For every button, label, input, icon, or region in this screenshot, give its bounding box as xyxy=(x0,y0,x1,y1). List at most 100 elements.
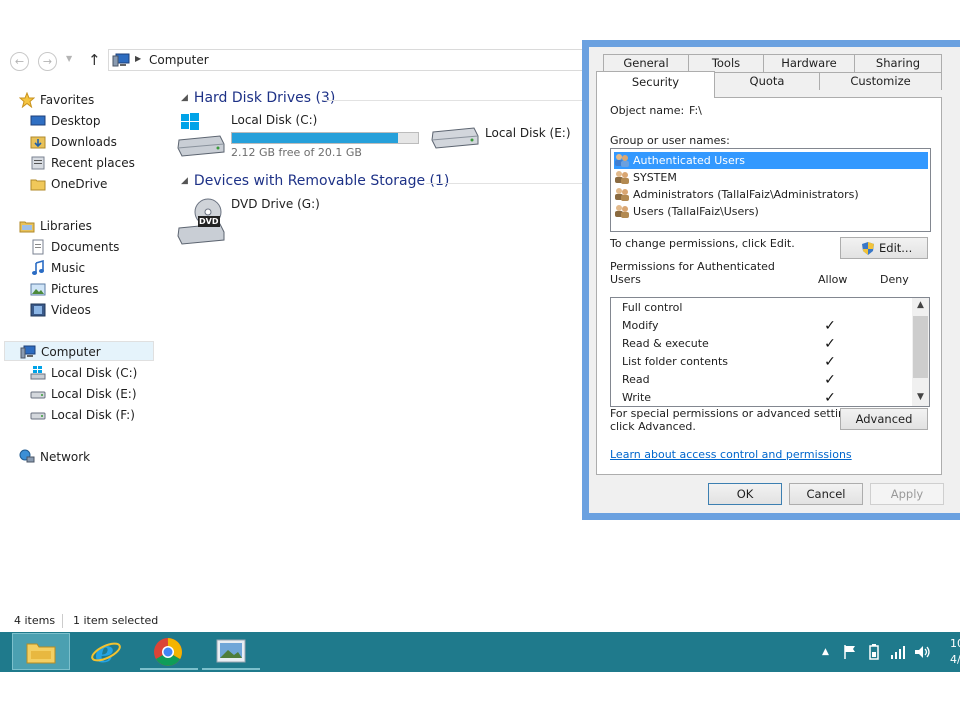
permissions-for-label: Permissions for Authenticated xyxy=(610,260,775,273)
nav-downloads[interactable]: Downloads xyxy=(30,132,117,152)
apply-button[interactable]: Apply xyxy=(870,483,944,505)
taskbar-internet-explorer[interactable]: e xyxy=(78,633,136,670)
permissions-for-label-user: Users xyxy=(610,273,641,286)
nav-recent-label: Recent places xyxy=(51,156,135,170)
permission-allow-check: ✓ xyxy=(824,336,836,352)
permissions-scrollbar[interactable]: ▲ ▼ xyxy=(912,298,929,406)
permission-name: Modify xyxy=(622,319,659,332)
collapse-chevron-icon: ◢ xyxy=(181,176,188,186)
nav-local-disk-e[interactable]: Local Disk (E:) xyxy=(30,384,137,404)
taskbar-chrome[interactable] xyxy=(140,633,198,670)
drive-tile-c[interactable]: Local Disk (C:) 2.12 GB free of 20.1 GB xyxy=(176,112,426,159)
tab-general[interactable]: General xyxy=(603,54,689,72)
user-row-system[interactable]: SYSTEM xyxy=(614,169,928,186)
group-divider xyxy=(426,183,582,184)
nav-videos[interactable]: Videos xyxy=(30,300,91,320)
dialog-body: General Tools Hardware Sharing Security … xyxy=(589,47,960,513)
allow-column-header: Allow xyxy=(818,273,848,286)
group-removable-storage[interactable]: ◢ Devices with Removable Storage (1) xyxy=(181,173,449,189)
nav-desktop[interactable]: Desktop xyxy=(30,111,101,131)
nav-network[interactable]: Network xyxy=(19,447,90,467)
tab-sharing[interactable]: Sharing xyxy=(854,54,942,72)
nav-documents-label: Documents xyxy=(51,240,120,254)
cancel-button[interactable]: Cancel xyxy=(789,483,863,505)
taskbar-photo-viewer[interactable] xyxy=(202,633,260,670)
permission-allow-check: ✓ xyxy=(824,372,836,388)
special-permissions-text-2: click Advanced. xyxy=(610,420,696,433)
nav-disk-c-label: Local Disk (C:) xyxy=(51,366,138,380)
nav-local-disk-c[interactable]: Local Disk (C:) xyxy=(30,363,137,383)
tab-hardware[interactable]: Hardware xyxy=(763,54,855,72)
windows-drive-icon xyxy=(177,113,225,157)
status-divider xyxy=(62,614,63,628)
object-name-label: Object name: xyxy=(610,104,685,117)
status-bar: 4 items 1 item selected xyxy=(0,612,600,632)
breadcrumb-computer[interactable]: Computer xyxy=(149,53,209,67)
collapse-chevron-icon: ◢ xyxy=(181,93,188,103)
recent-locations-chevron-icon[interactable]: ▼ xyxy=(66,54,72,63)
drive-tile-g[interactable]: DVD DVD Drive (G:) xyxy=(176,196,376,246)
up-arrow-icon[interactable]: ↑ xyxy=(88,51,101,69)
action-center-flag-icon[interactable] xyxy=(842,644,858,660)
nav-music-label: Music xyxy=(51,261,86,275)
address-bar[interactable]: ▶ Computer xyxy=(108,49,588,71)
permission-allow-check: ✓ xyxy=(824,390,836,406)
advanced-button[interactable]: Advanced xyxy=(840,408,928,430)
documents-icon xyxy=(30,239,46,255)
nav-computer[interactable]: Computer xyxy=(4,341,154,361)
forward-button[interactable]: → xyxy=(38,52,57,71)
nav-favorites[interactable]: Favorites xyxy=(18,90,94,110)
permission-row: List folder contents xyxy=(622,353,842,371)
nav-libraries[interactable]: Libraries xyxy=(19,216,92,236)
deny-column-header: Deny xyxy=(880,273,909,286)
special-permissions-text: For special permissions or advanced sett… xyxy=(610,407,862,420)
user-name: Users (TallalFaiz\Users) xyxy=(633,205,759,218)
dvd-badge: DVD xyxy=(199,217,219,226)
drive-tile-e[interactable]: Local Disk (E:) xyxy=(430,118,580,158)
back-button[interactable]: ← xyxy=(10,52,29,71)
scroll-up-arrow-icon[interactable]: ▲ xyxy=(912,300,929,310)
computer-icon xyxy=(112,53,130,67)
taskbar-clock[interactable]: 10 4/ xyxy=(950,636,960,668)
show-hidden-icons-chevron-icon[interactable]: ▲ xyxy=(822,647,829,657)
users-group-icon xyxy=(614,203,630,219)
tab-tools[interactable]: Tools xyxy=(688,54,764,72)
users-group-icon xyxy=(614,186,630,202)
nav-local-disk-f[interactable]: Local Disk (F:) xyxy=(30,405,135,425)
user-row-users[interactable]: Users (TallalFaiz\Users) xyxy=(614,203,928,220)
nav-documents[interactable]: Documents xyxy=(30,237,119,257)
taskbar-file-explorer[interactable] xyxy=(12,633,70,670)
music-note-icon xyxy=(30,259,46,276)
group-hard-disk-drives[interactable]: ◢ Hard Disk Drives (3) xyxy=(181,90,335,106)
ok-button[interactable]: OK xyxy=(708,483,782,505)
user-row-administrators[interactable]: Administrators (TallalFaiz\Administrator… xyxy=(614,186,928,203)
internet-explorer-icon: e xyxy=(91,636,121,666)
pictures-icon xyxy=(30,281,46,297)
nav-computer-label: Computer xyxy=(41,345,101,359)
volume-speaker-icon[interactable] xyxy=(914,644,932,660)
nav-onedrive[interactable]: OneDrive xyxy=(30,174,107,194)
nav-recent-places[interactable]: Recent places xyxy=(30,153,135,173)
tab-security[interactable]: Security xyxy=(596,71,715,98)
tab-customize[interactable]: Customize xyxy=(819,72,942,90)
nav-music[interactable]: Music xyxy=(30,258,85,278)
hard-drive-icon xyxy=(30,407,46,423)
permission-row: Full control xyxy=(622,299,842,317)
learn-access-control-link[interactable]: Learn about access control and permissio… xyxy=(610,448,852,461)
scroll-down-arrow-icon[interactable]: ▼ xyxy=(912,392,929,402)
file-explorer-icon xyxy=(26,643,56,664)
breadcrumb-chevron-icon[interactable]: ▶ xyxy=(135,54,141,63)
hard-drive-icon xyxy=(431,127,479,149)
permissions-list[interactable]: Full control Modify ✓ Read & execute ✓ L… xyxy=(610,297,930,407)
drive-c-free-space: 2.12 GB free of 20.1 GB xyxy=(231,146,362,159)
edit-button[interactable]: Edit... xyxy=(840,237,928,259)
user-row-authenticated-users[interactable]: Authenticated Users xyxy=(614,152,928,169)
user-list[interactable]: Authenticated Users SYSTEM Administrator… xyxy=(610,148,931,232)
scrollbar-thumb[interactable] xyxy=(913,316,928,378)
nav-pictures[interactable]: Pictures xyxy=(30,279,99,299)
power-battery-icon[interactable] xyxy=(866,644,882,660)
taskbar: e ▲ 10 4/ xyxy=(0,632,960,672)
user-name: Authenticated Users xyxy=(633,154,746,167)
tab-quota[interactable]: Quota xyxy=(714,72,820,90)
network-signal-icon[interactable] xyxy=(890,644,908,660)
